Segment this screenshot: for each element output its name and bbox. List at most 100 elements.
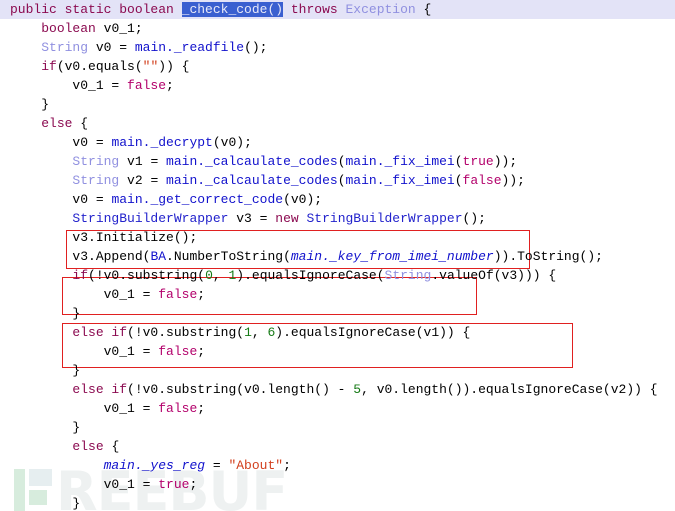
token-typ: String	[384, 268, 432, 283]
token-call: main._fix_imei	[345, 173, 455, 188]
token-bool: false	[158, 287, 198, 302]
code-line-17[interactable]: }	[0, 304, 675, 323]
token-call: main._readfile	[134, 40, 245, 55]
code-text-area[interactable]: public static boolean _check_code() thro…	[0, 0, 675, 511]
token-pln: (!v0.substring(	[127, 325, 245, 340]
code-line-27[interactable]: }	[0, 494, 675, 511]
token-pln: {	[72, 116, 89, 131]
code-line-24[interactable]: else {	[0, 437, 675, 456]
token-pln: v0 =	[72, 192, 112, 207]
code-line-11[interactable]: v0 = main._get_correct_code(v0);	[0, 190, 675, 209]
token-kw: new	[275, 211, 299, 226]
code-line-23[interactable]: }	[0, 418, 675, 437]
token-kw: throws	[290, 2, 346, 17]
token-bool: false	[158, 401, 198, 416]
token-pln: v0_1 =	[103, 344, 159, 359]
token-pln: v0_1 =	[72, 78, 128, 93]
token-typ: String	[41, 40, 89, 55]
token-call: main._fix_imei	[345, 154, 455, 169]
token-pln: ;	[166, 78, 174, 93]
code-line-5[interactable]: v0_1 = false;	[0, 76, 675, 95]
token-pln: =	[205, 458, 229, 473]
token-pln: (	[337, 173, 346, 188]
token-pln: }	[41, 97, 50, 112]
token-pln: (	[337, 154, 346, 169]
code-line-3[interactable]: String v0 = main._readfile();	[0, 38, 675, 57]
token-typ: Exception	[345, 2, 416, 17]
code-line-6[interactable]: }	[0, 95, 675, 114]
token-sel[interactable]: _check_code()	[181, 2, 284, 17]
code-line-2[interactable]: boolean v0_1;	[0, 19, 675, 38]
code-line-18[interactable]: else if(!v0.substring(1, 6).equalsIgnore…	[0, 323, 675, 342]
code-line-9[interactable]: String v1 = main._calcaulate_codes(main.…	[0, 152, 675, 171]
token-pln: )) {	[158, 59, 190, 74]
code-line-25[interactable]: main._yes_reg = "About";	[0, 456, 675, 475]
token-pln: ;	[189, 477, 198, 492]
token-fld: main._yes_reg	[103, 458, 206, 473]
token-kw: boolean	[41, 21, 104, 36]
token-bool: true	[158, 477, 190, 492]
token-pln: (v0);	[212, 135, 252, 150]
token-pln: }	[72, 363, 81, 378]
token-pln: (v0);	[283, 192, 323, 207]
code-line-22[interactable]: v0_1 = false;	[0, 399, 675, 418]
token-pln: ));	[493, 154, 518, 169]
token-pln: v0_1;	[103, 21, 143, 36]
code-line-20[interactable]: }	[0, 361, 675, 380]
token-pln: (	[454, 154, 463, 169]
code-line-16[interactable]: v0_1 = false;	[0, 285, 675, 304]
token-pln: v2 =	[119, 173, 167, 188]
code-line-1[interactable]: public static boolean _check_code() thro…	[0, 0, 675, 19]
code-line-10[interactable]: String v2 = main._calcaulate_codes(main.…	[0, 171, 675, 190]
token-bool: false	[127, 78, 167, 93]
token-typ2: StringBuilderWrapper	[306, 211, 463, 226]
token-kw: if	[41, 59, 57, 74]
token-pln: v0_1 =	[103, 401, 159, 416]
code-line-12[interactable]: StringBuilderWrapper v3 = new StringBuil…	[0, 209, 675, 228]
token-pln: (!v0.substring(v0.length() -	[127, 382, 354, 397]
token-pln: ;	[283, 458, 291, 473]
token-kw: else	[72, 439, 104, 454]
code-line-8[interactable]: v0 = main._decrypt(v0);	[0, 133, 675, 152]
token-pln: ();	[244, 40, 268, 55]
token-typ2: StringBuilderWrapper	[72, 211, 229, 226]
token-pln: .NumberToString(	[166, 249, 291, 264]
token-call: BA	[150, 249, 167, 264]
code-line-21[interactable]: else if(!v0.substring(v0.length() - 5, v…	[0, 380, 675, 399]
token-pln: v3.Initialize();	[72, 230, 198, 245]
token-typ: String	[72, 154, 120, 169]
token-pln: v0_1 =	[103, 287, 159, 302]
code-line-26[interactable]: v0_1 = true;	[0, 475, 675, 494]
code-line-7[interactable]: else {	[0, 114, 675, 133]
token-bool: true	[462, 154, 494, 169]
code-line-13[interactable]: v3.Initialize();	[0, 228, 675, 247]
token-str: ""	[142, 59, 159, 74]
token-pln: }	[72, 496, 81, 511]
code-line-14[interactable]: v3.Append(BA.NumberToString(main._key_fr…	[0, 247, 675, 266]
code-line-15[interactable]: if(!v0.substring(0, 1).equalsIgnoreCase(…	[0, 266, 675, 285]
token-pln: (v0.equals(	[56, 59, 143, 74]
token-pln: {	[415, 2, 432, 17]
token-pln: ();	[462, 211, 486, 226]
code-line-19[interactable]: v0_1 = false;	[0, 342, 675, 361]
token-pln: ,	[251, 325, 268, 340]
code-line-4[interactable]: if(v0.equals("")) {	[0, 57, 675, 76]
